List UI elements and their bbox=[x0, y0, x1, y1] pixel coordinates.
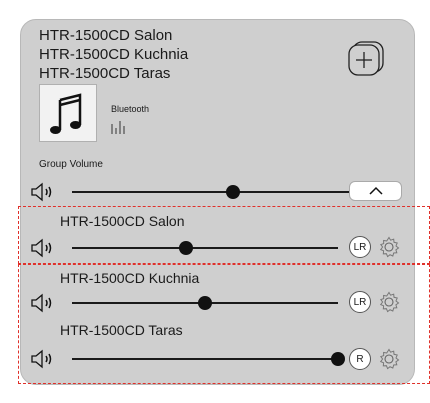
room-volume-knob[interactable] bbox=[331, 352, 345, 366]
channel-badge[interactable]: LR bbox=[349, 236, 371, 258]
speaker-icon[interactable] bbox=[30, 238, 60, 258]
music-note-icon bbox=[50, 93, 82, 134]
collapse-button[interactable] bbox=[349, 181, 402, 201]
group-member-name: HTR-1500CD Taras bbox=[39, 65, 171, 82]
equalizer-icon[interactable] bbox=[111, 120, 127, 134]
speaker-icon[interactable] bbox=[30, 349, 60, 369]
speaker-icon[interactable] bbox=[30, 182, 60, 202]
channel-badge[interactable]: LR bbox=[349, 291, 371, 313]
group-member-name: HTR-1500CD Kuchnia bbox=[39, 46, 189, 63]
source-label: Bluetooth bbox=[111, 104, 150, 114]
channel-badge[interactable]: R bbox=[349, 348, 371, 370]
group-member-name: HTR-1500CD Salon bbox=[39, 27, 173, 44]
room-name: HTR-1500CD Salon bbox=[60, 213, 185, 229]
settings-gear-icon[interactable] bbox=[378, 236, 400, 258]
album-art bbox=[39, 84, 97, 142]
add-to-group-icon[interactable] bbox=[347, 40, 385, 76]
room-volume-track[interactable] bbox=[72, 358, 338, 360]
speaker-icon[interactable] bbox=[30, 293, 60, 313]
settings-gear-icon[interactable] bbox=[378, 348, 400, 370]
room-name: HTR-1500CD Kuchnia bbox=[60, 270, 200, 286]
room-volume-knob[interactable] bbox=[179, 241, 194, 255]
room-volume-knob[interactable] bbox=[198, 296, 212, 310]
room-volume-track[interactable] bbox=[72, 247, 338, 249]
chevron-up-icon bbox=[368, 186, 383, 195]
group-volume-track[interactable] bbox=[72, 191, 375, 193]
group-volume-knob[interactable] bbox=[225, 185, 240, 199]
group-volume-label: Group Volume bbox=[39, 159, 103, 170]
room-name: HTR-1500CD Taras bbox=[60, 322, 183, 338]
group-members: HTR-1500CD Salon HTR-1500CD Kuchnia HTR-… bbox=[39, 26, 188, 83]
settings-gear-icon[interactable] bbox=[378, 291, 400, 313]
